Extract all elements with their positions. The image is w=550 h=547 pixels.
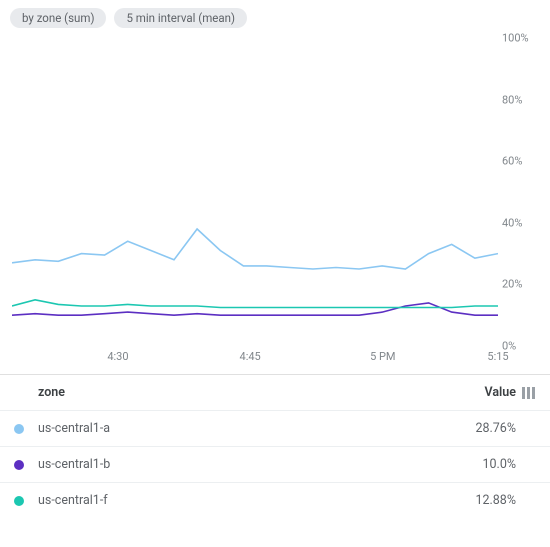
x-tick-label: 4:30 [107, 350, 128, 363]
legend-row-value: 12.88% [436, 493, 516, 508]
legend-row-name: us-central1-f [38, 493, 436, 508]
legend-row-name: us-central1-b [38, 457, 436, 472]
x-tick-label: 4:45 [240, 350, 261, 363]
series-line[interactable] [12, 303, 498, 315]
x-axis: 4:304:455 PM5:15 [12, 350, 498, 368]
legend-table: zone Value us-central1-a28.76%us-central… [0, 374, 550, 518]
legend-header-value: Value [436, 385, 516, 400]
y-tick-label: 100% [502, 32, 542, 45]
y-tick-label: 20% [502, 278, 542, 291]
color-swatch-icon [14, 424, 24, 434]
legend-header-row: zone Value [0, 375, 550, 410]
filter-pill-row: by zone (sum) 5 min interval (mean) [0, 0, 550, 34]
y-tick-label: 60% [502, 155, 542, 168]
y-tick-label: 80% [502, 93, 542, 106]
line-chart[interactable]: 0%20%40%60%80%100% [12, 38, 498, 346]
legend-header-name: zone [38, 385, 436, 400]
x-tick-label: 5 PM [370, 350, 395, 363]
color-swatch-icon [14, 460, 24, 470]
x-tick-label: 5:15 [487, 350, 508, 363]
legend-row-name: us-central1-a [38, 421, 436, 436]
y-tick-label: 40% [502, 216, 542, 229]
pill-by-zone[interactable]: by zone (sum) [10, 8, 106, 28]
legend-row[interactable]: us-central1-f12.88% [0, 482, 550, 518]
color-swatch-icon [14, 496, 24, 506]
legend-row-value: 10.0% [436, 457, 516, 472]
columns-icon[interactable] [522, 387, 536, 399]
legend-row[interactable]: us-central1-b10.0% [0, 446, 550, 482]
legend-row-value: 28.76% [436, 421, 516, 436]
pill-interval[interactable]: 5 min interval (mean) [114, 8, 247, 28]
series-line[interactable] [12, 229, 498, 269]
legend-row[interactable]: us-central1-a28.76% [0, 410, 550, 446]
chart-area: 0%20%40%60%80%100% 4:30 4:45 5 PM 5:15 [0, 34, 550, 374]
